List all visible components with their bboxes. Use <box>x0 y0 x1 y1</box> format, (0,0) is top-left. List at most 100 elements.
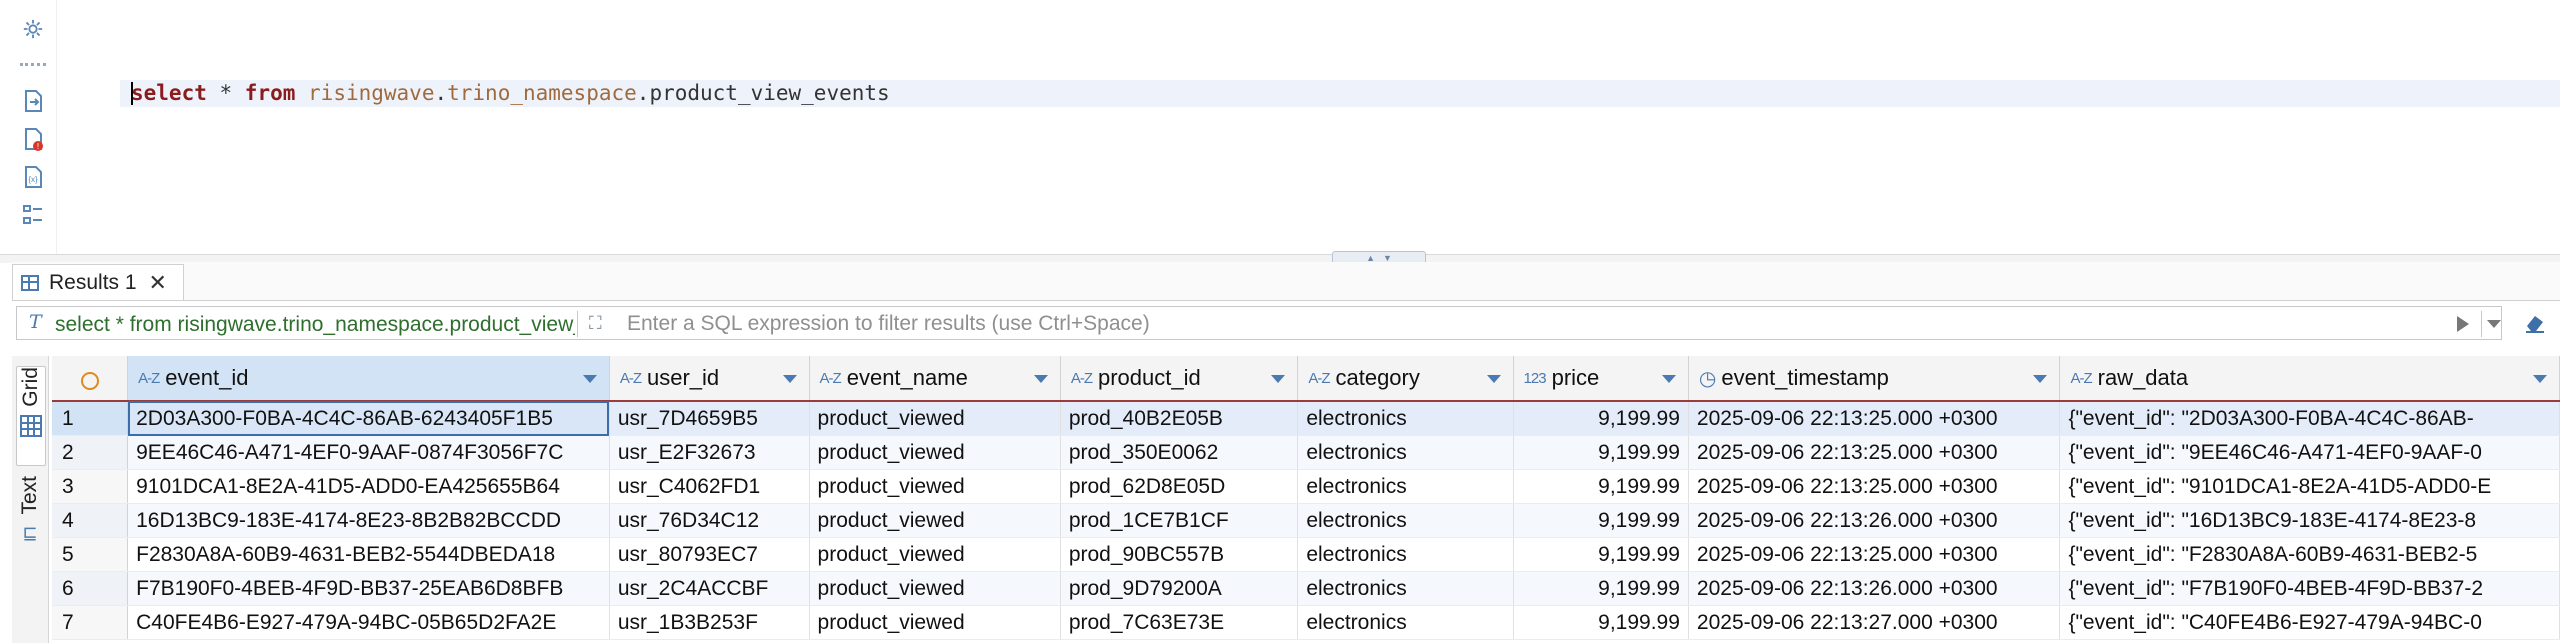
cell-price[interactable]: 9,199.99 <box>1513 503 1689 538</box>
cell-event-timestamp[interactable]: 2025-09-06 22:13:27.000 +0300 <box>1688 605 2061 640</box>
cell-user-id[interactable]: usr_E2F32673 <box>609 435 810 470</box>
table-row[interactable]: 2 9EE46C46-A471-4EF0-9AAF-0874F3056F7C usr… <box>52 435 2560 470</box>
cell-raw-data[interactable]: {"event_id": "F2830A8A-60B9-4631-BEB2-5 <box>2059 537 2560 572</box>
cell-event-timestamp[interactable]: 2025-09-06 22:13:25.000 +0300 <box>1688 435 2061 470</box>
cell-price[interactable]: 9,199.99 <box>1513 605 1689 640</box>
select-all-corner[interactable] <box>52 356 129 402</box>
cell-event-name[interactable]: product_viewed <box>809 469 1061 504</box>
cell-event-id[interactable]: C40FE4B6-E927-479A-94BC-05B65D2FA2E <box>127 605 610 640</box>
cell-user-id[interactable]: usr_80793EC7 <box>609 537 810 572</box>
cell-raw-data[interactable]: {"event_id": "9101DCA1-8E2A-41D5-ADD0-E <box>2059 469 2560 504</box>
cell-category[interactable]: electronics <box>1297 537 1514 572</box>
column-menu-icon[interactable] <box>582 375 597 383</box>
column-header-product-id[interactable]: A-Z product_id <box>1060 356 1299 402</box>
cell-price[interactable]: 9,199.99 <box>1513 537 1689 572</box>
clear-filter-icon[interactable] <box>2524 312 2546 334</box>
table-row[interactable]: 1 2D03A300-F0BA-4C4C-86AB-6243405F1B5 usr_… <box>52 401 2560 436</box>
cell-price[interactable]: 9,199.99 <box>1513 571 1689 606</box>
table-row[interactable]: 6 F7B190F0-4BEB-4F9D-BB37-25EAB6D8BFB usr_… <box>52 571 2560 606</box>
cell-user-id[interactable]: usr_C4062FD1 <box>609 469 810 504</box>
cell-event-id[interactable]: F2830A8A-60B9-4631-BEB2-5544DBEDA18 <box>127 537 610 572</box>
row-number[interactable]: 5 <box>52 537 129 572</box>
table-row[interactable]: 3 9101DCA1-8E2A-41D5-ADD0-EA425655B64 usr_… <box>52 469 2560 504</box>
cell-event-timestamp[interactable]: 2025-09-06 22:13:25.000 +0300 <box>1688 537 2061 572</box>
column-header-category[interactable]: A-Z category <box>1297 356 1514 402</box>
cell-user-id[interactable]: usr_76D34C12 <box>609 503 810 538</box>
cell-user-id[interactable]: usr_2C4ACCBF <box>609 571 810 606</box>
tab-results-1[interactable]: Results 1 ✕ <box>12 264 184 300</box>
column-menu-icon[interactable] <box>1271 375 1286 383</box>
outline-icon[interactable] <box>20 202 46 228</box>
close-icon[interactable]: ✕ <box>149 271 167 294</box>
cell-product-id[interactable]: prod_7C63E73E <box>1060 605 1299 640</box>
cell-event-id[interactable]: 16D13BC9-183E-4174-8E23-8B2B82BCCDD <box>127 503 610 538</box>
column-menu-icon[interactable] <box>782 375 797 383</box>
explain-plan-icon[interactable]: {x} <box>20 164 46 190</box>
cell-category[interactable]: electronics <box>1297 503 1514 538</box>
cell-raw-data[interactable]: {"event_id": "C40FE4B6-E927-479A-94BC-0 <box>2059 605 2560 640</box>
cell-event-timestamp[interactable]: 2025-09-06 22:13:25.000 +0300 <box>1688 401 2061 436</box>
row-number[interactable]: 1 <box>52 401 129 436</box>
cell-category[interactable]: electronics <box>1297 571 1514 606</box>
tab-grid[interactable]: Grid <box>16 366 46 466</box>
sql-editor[interactable] <box>120 0 2560 254</box>
row-number[interactable]: 4 <box>52 503 129 538</box>
cell-category[interactable]: electronics <box>1297 469 1514 504</box>
cell-event-name[interactable]: product_viewed <box>809 503 1061 538</box>
expand-icon[interactable]: ⛶ <box>589 313 611 335</box>
filter-history-dropdown-icon[interactable] <box>2487 320 2501 328</box>
row-number[interactable]: 3 <box>52 469 129 504</box>
cell-event-id[interactable]: F7B190F0-4BEB-4F9D-BB37-25EAB6D8BFB <box>127 571 610 606</box>
cell-event-id[interactable]: 2D03A300-F0BA-4C4C-86AB-6243405F1B5 <box>127 401 610 436</box>
cell-event-name[interactable]: product_viewed <box>809 605 1061 640</box>
column-menu-icon[interactable] <box>1486 375 1501 383</box>
cell-event-timestamp[interactable]: 2025-09-06 22:13:26.000 +0300 <box>1688 571 2061 606</box>
column-header-raw-data[interactable]: A-Z raw_data <box>2059 356 2560 402</box>
tab-text[interactable]: Text ⊑ <box>16 476 44 576</box>
table-row[interactable]: 5 F2830A8A-60B9-4631-BEB2-5544DBEDA18 usr_… <box>52 537 2560 572</box>
cell-category[interactable]: electronics <box>1297 401 1514 436</box>
row-selector-icon[interactable] <box>80 372 99 390</box>
cell-event-name[interactable]: product_viewed <box>809 435 1061 470</box>
script-error-icon[interactable]: ! <box>20 126 46 152</box>
column-header-user-id[interactable]: A-Z user_id <box>609 356 810 402</box>
cell-user-id[interactable]: usr_7D4659B5 <box>609 401 810 436</box>
cell-event-name[interactable]: product_viewed <box>809 401 1061 436</box>
column-menu-icon[interactable] <box>1033 375 1048 383</box>
cell-event-timestamp[interactable]: 2025-09-06 22:13:26.000 +0300 <box>1688 503 2061 538</box>
row-number[interactable]: 2 <box>52 435 129 470</box>
gear-icon[interactable] <box>20 16 46 42</box>
cell-raw-data[interactable]: {"event_id": "16D13BC9-183E-4174-8E23-8 <box>2059 503 2560 538</box>
active-query-label[interactable]: select * from risingwave.trino_namespace… <box>55 313 575 337</box>
cell-event-name[interactable]: product_viewed <box>809 537 1061 572</box>
cell-user-id[interactable]: usr_1B3B253F <box>609 605 810 640</box>
cell-price[interactable]: 9,199.99 <box>1513 435 1689 470</box>
cell-price[interactable]: 9,199.99 <box>1513 401 1689 436</box>
row-number[interactable]: 6 <box>52 571 129 606</box>
column-header-event-timestamp[interactable]: ◷ event_timestamp <box>1688 356 2061 402</box>
cell-event-id[interactable]: 9EE46C46-A471-4EF0-9AAF-0874F3056F7C <box>127 435 610 470</box>
filter-input[interactable] <box>625 309 2449 339</box>
row-number[interactable]: 7 <box>52 605 129 640</box>
cell-category[interactable]: electronics <box>1297 605 1514 640</box>
cell-product-id[interactable]: prod_350E0062 <box>1060 435 1299 470</box>
column-menu-icon[interactable] <box>2033 375 2048 383</box>
cell-product-id[interactable]: prod_90BC557B <box>1060 537 1299 572</box>
cell-raw-data[interactable]: {"event_id": "9EE46C46-A471-4EF0-9AAF-0 <box>2059 435 2560 470</box>
cell-product-id[interactable]: prod_62D8E05D <box>1060 469 1299 504</box>
table-row[interactable]: 4 16D13BC9-183E-4174-8E23-8B2B82BCCDD usr_… <box>52 503 2560 538</box>
column-header-event-id[interactable]: A-Z event_id <box>127 356 610 402</box>
cell-category[interactable]: electronics <box>1297 435 1514 470</box>
execute-script-icon[interactable] <box>20 88 46 114</box>
column-header-event-name[interactable]: A-Z event_name <box>809 356 1061 402</box>
cell-event-id[interactable]: 9101DCA1-8E2A-41D5-ADD0-EA425655B64 <box>127 469 610 504</box>
cell-raw-data[interactable]: {"event_id": "2D03A300-F0BA-4C4C-86AB- <box>2059 401 2560 436</box>
cell-event-name[interactable]: product_viewed <box>809 571 1061 606</box>
column-menu-icon[interactable] <box>1661 375 1676 383</box>
cell-product-id[interactable]: prod_40B2E05B <box>1060 401 1299 436</box>
column-menu-icon[interactable] <box>2533 375 2547 383</box>
cell-raw-data[interactable]: {"event_id": "F7B190F0-4BEB-4F9D-BB37-2 <box>2059 571 2560 606</box>
cell-product-id[interactable]: prod_9D79200A <box>1060 571 1299 606</box>
sql-query-line[interactable]: select * from risingwave.trino_namespace… <box>131 80 890 107</box>
column-header-price[interactable]: 123 price <box>1513 356 1689 402</box>
